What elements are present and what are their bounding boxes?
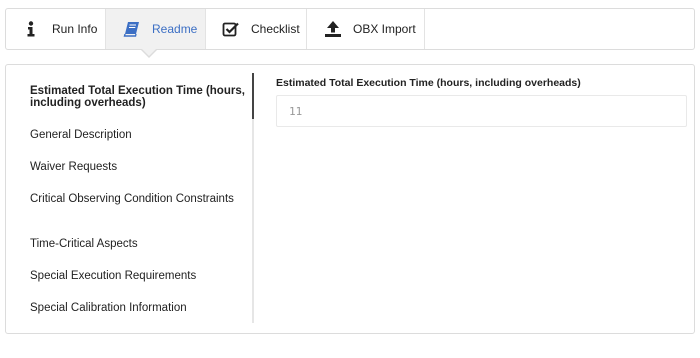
book-icon [121,18,143,40]
sidebar-item-special-execution-requirements[interactable]: Special Execution Requirements [30,270,245,282]
tab-obx-import-label: OBX Import [353,22,416,36]
tab-bar: Run Info Readme Checklist OBX Import [5,8,695,50]
sidebar-item-estimated-execution-time[interactable]: Estimated Total Execution Time (hours, i… [30,85,245,109]
readme-panel: Estimated Total Execution Time (hours, i… [5,64,695,334]
checkbox-icon [220,18,242,40]
execution-time-input[interactable] [276,95,687,127]
tab-run-info-label: Run Info [52,22,98,36]
readme-content: Estimated Total Execution Time (hours, i… [276,77,688,127]
field-label: Estimated Total Execution Time (hours, i… [276,77,581,89]
sidebar-item-time-critical-aspects[interactable]: Time-Critical Aspects [30,238,245,250]
sidebar-active-indicator [252,73,254,119]
active-tab-pointer [141,48,157,56]
tab-readme[interactable]: Readme [106,9,206,49]
tab-checklist-label: Checklist [251,22,300,36]
sidebar-item-general-description[interactable]: General Description [30,129,245,141]
upload-icon [322,18,344,40]
tab-obx-import[interactable]: OBX Import [307,9,425,49]
tab-run-info[interactable]: Run Info [6,9,106,49]
sidebar-item-critical-observing-conditions[interactable]: Critical Observing Condition Constraints [30,193,245,205]
info-icon [20,18,42,40]
tab-readme-label: Readme [152,22,198,36]
readme-sidebar: Estimated Total Execution Time (hours, i… [6,65,254,333]
sidebar-item-special-calibration-information[interactable]: Special Calibration Information [30,302,245,314]
tab-checklist[interactable]: Checklist [206,9,307,49]
sidebar-item-waiver-requests[interactable]: Waiver Requests [30,161,245,173]
